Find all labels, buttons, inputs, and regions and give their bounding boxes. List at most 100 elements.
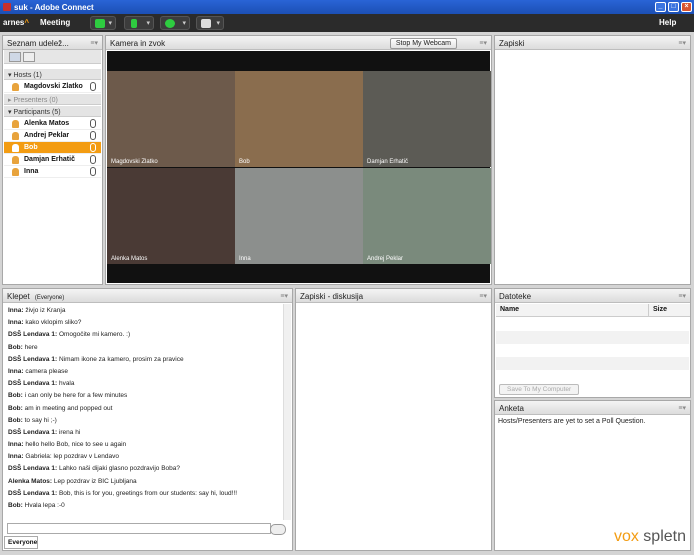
user-icon bbox=[12, 168, 19, 176]
list-item[interactable]: Magdovski Zlatko bbox=[4, 81, 101, 93]
panel-menu-icon[interactable]: ≡▾ bbox=[90, 39, 98, 47]
chat-panel-header: Klepet (Everyone) ≡▾ bbox=[3, 289, 292, 303]
chat-text: Hvala lepa :-0 bbox=[24, 502, 65, 509]
chat-text: here bbox=[24, 343, 38, 351]
chat-text: Lep pozdrav iz BIC Ljubljana bbox=[53, 477, 137, 485]
video-tile[interactable]: Bob bbox=[235, 71, 363, 167]
list-item-selected[interactable]: Bob bbox=[4, 142, 101, 154]
group-presenters-label: Presenters (0) bbox=[13, 97, 58, 104]
microphone-icon bbox=[131, 19, 137, 28]
chevron-down-icon: ▾ bbox=[146, 20, 150, 27]
speaker-button[interactable]: ▾ bbox=[90, 16, 116, 30]
app-icon bbox=[3, 3, 11, 11]
chat-input[interactable] bbox=[7, 523, 271, 534]
group-hosts[interactable]: ▾ Hosts (1) bbox=[4, 69, 101, 80]
column-header-name[interactable]: Name bbox=[496, 304, 648, 317]
attendee-panel-header: Seznam udelež... ≡▾ bbox=[3, 36, 102, 50]
chat-message: DSŠ Lendava 1: Bob, this is for you, gre… bbox=[4, 490, 282, 502]
poll-panel-title: Anketa bbox=[499, 404, 524, 413]
save-to-computer-button[interactable]: Save To My Computer bbox=[499, 384, 580, 395]
microphone-icon bbox=[90, 143, 96, 152]
microphone-icon bbox=[90, 119, 96, 128]
chat-sender: Bob: bbox=[8, 416, 23, 424]
chat-message: Bob: Hvala lepa :-0 bbox=[4, 502, 282, 514]
files-panel: Datoteke ≡▾ Name Size Save To My Compute… bbox=[494, 288, 691, 398]
send-message-button[interactable] bbox=[270, 524, 286, 535]
chat-message: DSŠ Lendava 1: Lahko naši dijaki glasno … bbox=[4, 465, 282, 477]
video-label: Alenka Matos bbox=[111, 256, 148, 262]
chat-text: hello hello Bob, nice to see u again bbox=[25, 441, 127, 449]
logo-text: arnes bbox=[3, 18, 25, 27]
chat-sender: DSŠ Lendava 1: bbox=[8, 380, 58, 388]
close-button[interactable]: × bbox=[681, 2, 692, 12]
maximize-button[interactable]: □ bbox=[668, 2, 679, 12]
raise-hand-button[interactable]: ▾ bbox=[196, 16, 224, 30]
chat-text: Gabriela: lep pozdrav v Lendavo bbox=[25, 453, 119, 461]
chat-sender: Inna: bbox=[8, 319, 24, 327]
panel-menu-icon[interactable]: ≡▾ bbox=[479, 292, 487, 300]
list-item[interactable]: Inna bbox=[4, 166, 101, 178]
user-view-icon[interactable] bbox=[23, 52, 35, 62]
chat-text: hvala bbox=[58, 380, 75, 388]
panel-menu-icon[interactable]: ≡▾ bbox=[678, 39, 686, 47]
chat-sender: DSŠ Lendava 1: bbox=[8, 465, 58, 473]
video-label: Bob bbox=[239, 159, 250, 165]
attendee-toolbar bbox=[4, 50, 101, 64]
list-item[interactable]: Alenka Matos bbox=[4, 118, 101, 130]
attendee-name: Damjan Erhatič bbox=[24, 156, 75, 163]
video-label: Magdovski Zlatko bbox=[111, 159, 158, 165]
files-panel-header: Datoteke ≡▾ bbox=[495, 289, 690, 303]
video-tile[interactable]: Damjan Erhatič bbox=[363, 71, 491, 167]
list-item[interactable]: Damjan Erhatič bbox=[4, 154, 101, 166]
video-tile[interactable]: Inna bbox=[235, 168, 363, 264]
window-title: suk - Adobe Connect bbox=[14, 3, 94, 12]
group-participants[interactable]: ▾ Participants (5) bbox=[4, 106, 101, 117]
chat-text: živjo iz Kranja bbox=[25, 307, 66, 314]
chat-message-list: Inna: živjo iz Kranja Inna: kako vklopim … bbox=[4, 304, 282, 520]
video-tile[interactable]: Magdovski Zlatko bbox=[107, 71, 235, 167]
minimize-button[interactable]: _ bbox=[655, 2, 666, 12]
user-icon bbox=[12, 120, 19, 128]
video-tile[interactable]: Andrej Peklar bbox=[363, 168, 491, 264]
chevron-down-icon: ▾ bbox=[216, 20, 220, 27]
chevron-down-icon: ▾ bbox=[108, 20, 112, 27]
stop-webcam-button[interactable]: Stop My Webcam bbox=[389, 38, 457, 49]
chat-message: Bob: am in meeting and popped out bbox=[4, 405, 282, 417]
group-presenters[interactable]: ▸ Presenters (0) bbox=[4, 94, 101, 105]
meeting-menu[interactable]: Meeting bbox=[40, 18, 70, 27]
panel-menu-icon[interactable]: ≡▾ bbox=[479, 39, 487, 47]
attendee-name: Bob bbox=[24, 144, 38, 151]
microphone-icon bbox=[90, 167, 96, 176]
user-icon bbox=[12, 144, 19, 152]
chat-sender: Inna: bbox=[8, 441, 24, 449]
list-item[interactable]: Andrej Peklar bbox=[4, 130, 101, 142]
panel-menu-icon[interactable]: ≡▾ bbox=[280, 292, 288, 300]
panel-menu-icon[interactable]: ≡▾ bbox=[678, 292, 686, 300]
chat-text: kako vklopim sliko? bbox=[25, 319, 82, 327]
notes-panel-header: Zapiski ≡▾ bbox=[495, 36, 690, 50]
chat-audience: (Everyone) bbox=[34, 295, 65, 301]
help-menu[interactable]: Help bbox=[659, 18, 676, 27]
chat-sender: DSŠ Lendava 1: bbox=[8, 355, 58, 363]
camera-button[interactable]: ▾ bbox=[160, 16, 190, 30]
chat-panel-title: Klepet bbox=[7, 292, 30, 301]
chat-message: Inna: živjo iz Kranja bbox=[4, 307, 282, 319]
camera-panel-title: Kamera in zvok bbox=[110, 39, 166, 48]
chat-sender: DSŠ Lendava 1: bbox=[8, 489, 58, 497]
files-panel-title: Datoteke bbox=[499, 292, 532, 301]
list-view-icon[interactable] bbox=[9, 52, 21, 62]
user-icon bbox=[12, 83, 19, 91]
user-icon bbox=[12, 132, 19, 140]
panel-menu-icon[interactable]: ≡▾ bbox=[678, 404, 686, 412]
chat-scrollbar[interactable] bbox=[283, 304, 291, 520]
microphone-button[interactable]: ▾ bbox=[124, 16, 154, 30]
chat-tab-everyone[interactable]: Everyone bbox=[4, 536, 38, 549]
chat-message: Inna: camera please bbox=[4, 368, 282, 380]
chat-text: am in meeting and popped out bbox=[24, 404, 113, 412]
notes-panel: Zapiski ≡▾ bbox=[494, 35, 691, 285]
webcam-icon bbox=[165, 19, 175, 28]
discussion-panel-title: Zapiski - diskusija bbox=[300, 292, 364, 301]
video-tile[interactable]: Alenka Matos bbox=[107, 168, 235, 264]
column-header-size[interactable]: Size bbox=[648, 304, 690, 317]
chat-sender: Inna: bbox=[8, 367, 24, 375]
